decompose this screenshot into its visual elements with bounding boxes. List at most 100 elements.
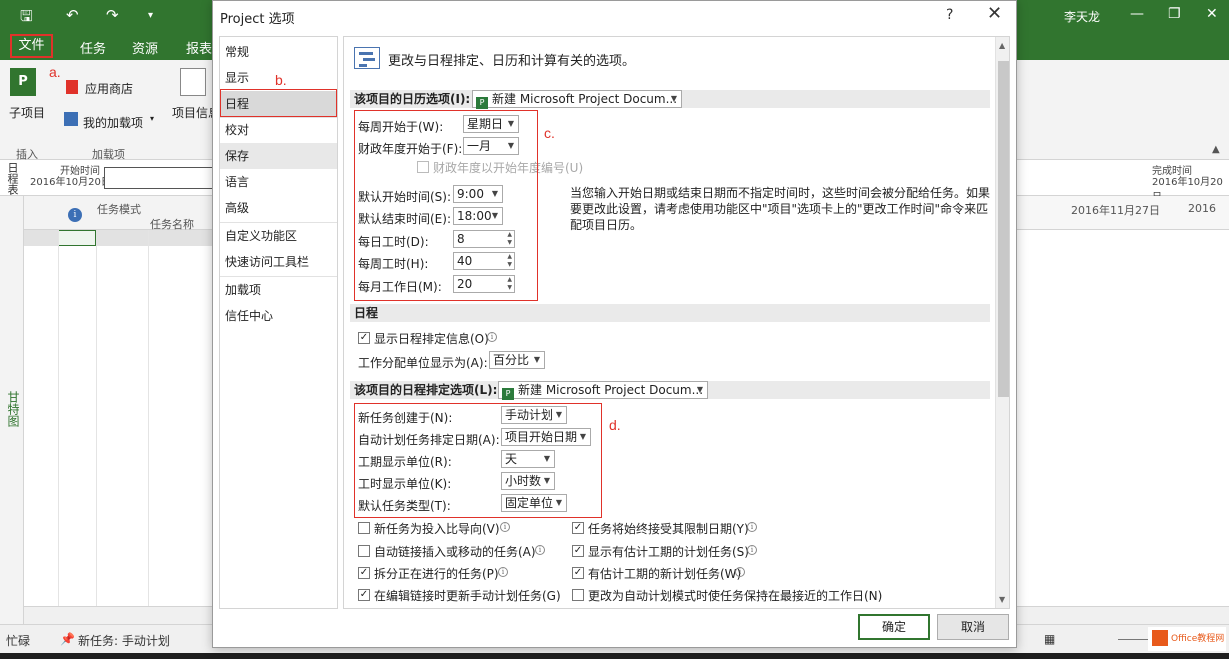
- info-icon[interactable]: i: [735, 567, 745, 577]
- effort-driven-label: 新任务为投入比导向(V): [374, 522, 500, 536]
- status-new-task-mode[interactable]: 新任务: 手动计划: [78, 632, 170, 649]
- watermark-text: Office教程网: [1171, 634, 1225, 644]
- keep-nearest-checkbox[interactable]: [572, 589, 584, 601]
- nav-advanced[interactable]: 高级: [220, 195, 337, 221]
- nav-trust-center[interactable]: 信任中心: [220, 303, 337, 329]
- options-content: 更改与日程排定、日历和计算有关的选项。 该项目的日历选项(I): P 新建 Mic…: [343, 36, 1010, 609]
- autolink-checkbox[interactable]: [358, 545, 370, 557]
- annotation-d: d.: [609, 417, 621, 433]
- info-icon[interactable]: i: [500, 522, 510, 532]
- default-time-note: 当您输入开始日期或结束日期而不指定时间时，这些时间会被分配给任务。如果要更改此设…: [570, 186, 991, 232]
- annotation-box-c: [354, 110, 538, 301]
- show-estimated-label: 显示有估计工期的计划任务(S): [588, 545, 749, 559]
- ok-button[interactable]: 确定: [858, 614, 930, 640]
- scroll-thumb[interactable]: [998, 61, 1009, 397]
- nav-language[interactable]: 语言: [220, 169, 337, 195]
- undo-icon[interactable]: ↶: [66, 6, 79, 24]
- schedule-options-icon: [354, 47, 380, 69]
- tab-task[interactable]: 任务: [80, 38, 106, 57]
- gantt-view-icon[interactable]: ▦: [1044, 632, 1055, 646]
- show-estimated-checkbox[interactable]: ✓: [572, 545, 584, 557]
- update-manual-checkbox[interactable]: ✓: [358, 589, 370, 601]
- redo-icon[interactable]: ↷: [106, 6, 119, 24]
- calendar-project-value: 新建 Microsoft Project Docum...: [492, 92, 678, 106]
- schedule-section: 日程: [350, 304, 990, 322]
- annotation-a: a.: [49, 64, 61, 80]
- status-ready: 忙碌: [6, 634, 31, 648]
- schedule-section-label: 日程: [354, 306, 379, 320]
- cancel-button[interactable]: 取消: [937, 614, 1009, 640]
- indicator-icon: i: [68, 208, 82, 222]
- collapse-ribbon-icon[interactable]: ▲: [1212, 144, 1220, 155]
- options-dialog: Project 选项 ? ✕ 常规 显示 日程 校对 保存 语言 高级 自定义功…: [212, 0, 1017, 648]
- show-schedule-msgs-label: 显示日程排定信息(O): [374, 332, 489, 346]
- customize-toolbar-icon[interactable]: ▾: [148, 10, 153, 21]
- help-button[interactable]: ?: [946, 7, 953, 23]
- tab-file[interactable]: 文件: [10, 34, 53, 58]
- user-name[interactable]: 李天龙: [1064, 8, 1100, 25]
- info-icon[interactable]: i: [498, 567, 508, 577]
- nav-addins[interactable]: 加载项: [220, 277, 337, 303]
- chevron-down-icon[interactable]: ▾: [150, 114, 154, 123]
- save-icon[interactable]: 🖫: [20, 6, 33, 31]
- content-scrollbar[interactable]: ▲ ▼: [995, 37, 1009, 608]
- info-icon[interactable]: i: [747, 522, 757, 532]
- nav-general[interactable]: 常规: [220, 39, 337, 65]
- split-tasks-checkbox[interactable]: ✓: [358, 567, 370, 579]
- new-estimated-label: 有估计工期的新计划任务(W): [588, 567, 742, 581]
- scheduling-project-select[interactable]: P 新建 Microsoft Project Docum... ▼: [498, 381, 708, 400]
- selected-cell[interactable]: [58, 230, 96, 246]
- scheduling-options-label: 该项目的日程排定选项(L):: [354, 383, 498, 397]
- info-icon[interactable]: i: [747, 545, 757, 555]
- nav-save[interactable]: 保存: [220, 143, 337, 169]
- pin-icon: 📌: [60, 632, 75, 646]
- scroll-up-icon[interactable]: ▲: [999, 41, 1005, 50]
- chevron-down-icon: ▼: [696, 385, 703, 394]
- new-estimated-checkbox[interactable]: ✓: [572, 567, 584, 579]
- assignment-units-value: 百分比: [493, 353, 530, 367]
- effort-driven-checkbox[interactable]: [358, 522, 370, 534]
- my-addins-button[interactable]: 我的加载项: [83, 114, 143, 131]
- split-tasks-label: 拆分正在进行的任务(P): [374, 567, 499, 581]
- nav-customize-ribbon[interactable]: 自定义功能区: [220, 223, 337, 249]
- gantt-side-label[interactable]: 甘特图: [5, 391, 22, 427]
- project-doc-icon: P: [476, 97, 488, 109]
- app-store-button[interactable]: 应用商店: [85, 80, 133, 97]
- timeline-start-date: 2016年10月20日: [30, 177, 111, 188]
- subproject-icon[interactable]: P: [10, 68, 36, 96]
- chevron-down-icon: ▼: [670, 94, 677, 103]
- info-icon[interactable]: i: [535, 545, 545, 555]
- dialog-title: Project 选项: [220, 12, 295, 27]
- annotation-box-b: [220, 89, 337, 117]
- minimize-icon[interactable]: —: [1130, 6, 1144, 22]
- honor-constraints-checkbox[interactable]: ✓: [572, 522, 584, 534]
- assignment-units-label: 工作分配单位显示为(A):: [358, 356, 488, 370]
- tab-report[interactable]: 报表: [186, 38, 212, 57]
- timeline-side-label[interactable]: 日程表: [4, 162, 20, 195]
- col-task-mode[interactable]: 任务模式: [97, 204, 141, 216]
- table-row[interactable]: [24, 230, 214, 246]
- timescale-week: 2016年11月27日: [1071, 204, 1160, 217]
- keep-nearest-label: 更改为自动计划模式时使任务保持在最接近的工作日(N): [588, 589, 883, 603]
- watermark: Office教程网: [1148, 627, 1226, 651]
- info-icon[interactable]: i: [487, 332, 497, 342]
- nav-quick-access-toolbar[interactable]: 快速访问工具栏: [220, 249, 337, 275]
- assignment-units-select[interactable]: 百分比 ▼: [489, 351, 545, 369]
- show-schedule-msgs-checkbox[interactable]: ✓: [358, 332, 370, 344]
- timescale-week-2: 2016: [1188, 202, 1216, 215]
- nav-proofing[interactable]: 校对: [220, 117, 337, 143]
- window-close-icon[interactable]: ✕: [1206, 6, 1218, 22]
- subproject-button[interactable]: 子项目: [9, 104, 45, 121]
- chevron-down-icon: ▼: [533, 355, 540, 364]
- project-doc-icon: P: [502, 388, 514, 400]
- project-info-icon: [180, 68, 206, 96]
- calendar-project-select[interactable]: P 新建 Microsoft Project Docum... ▼: [472, 90, 682, 109]
- tab-resource[interactable]: 资源: [132, 38, 158, 57]
- restore-icon[interactable]: ❐: [1168, 6, 1181, 22]
- annotation-c: c.: [544, 125, 555, 141]
- bottom-strip: [0, 653, 1229, 659]
- options-nav: 常规 显示 日程 校对 保存 语言 高级 自定义功能区 快速访问工具栏 加载项 …: [219, 36, 338, 609]
- scroll-down-icon[interactable]: ▼: [999, 595, 1005, 604]
- timeline-bar[interactable]: [104, 167, 214, 189]
- close-button[interactable]: ✕: [987, 3, 1002, 24]
